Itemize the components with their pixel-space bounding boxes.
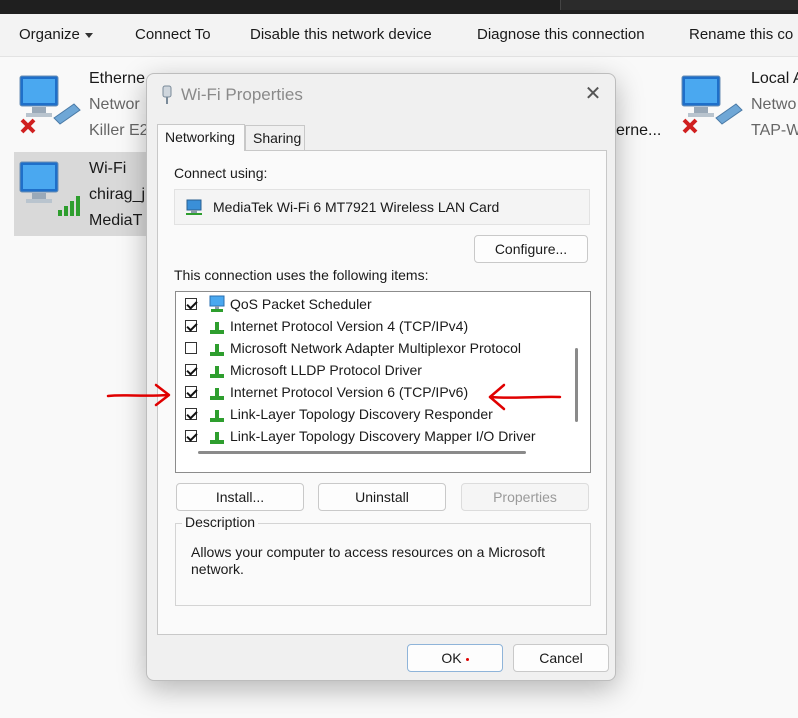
description-group: Description Allows your computer to acce… bbox=[175, 514, 591, 606]
checkbox[interactable] bbox=[185, 364, 197, 376]
item-label: Microsoft Network Adapter Multiplexor Pr… bbox=[230, 340, 521, 356]
red-arrow-left-icon bbox=[488, 383, 562, 411]
list-item-lltd-responder[interactable]: Link-Layer Topology Discovery Responder bbox=[185, 403, 493, 425]
close-icon[interactable]: ✕ bbox=[583, 84, 603, 104]
rename-button[interactable]: Rename this co bbox=[689, 26, 793, 43]
adapter-ssid: chirag_j bbox=[89, 186, 146, 203]
cancel-button[interactable]: Cancel bbox=[513, 644, 609, 672]
checkbox[interactable] bbox=[185, 386, 197, 398]
diagnose-button[interactable]: Diagnose this connection bbox=[477, 26, 645, 43]
item-label: Internet Protocol Version 6 (TCP/IPv6) bbox=[230, 384, 469, 400]
protocol-icon bbox=[210, 410, 224, 422]
list-item-qos[interactable]: QoS Packet Scheduler bbox=[185, 293, 372, 315]
connect-to-button[interactable]: Connect To bbox=[135, 26, 211, 43]
item-label: Link-Layer Topology Discovery Responder bbox=[230, 406, 493, 422]
protocol-icon bbox=[210, 388, 224, 400]
items-label: This connection uses the following items… bbox=[174, 267, 429, 283]
connect-using-label: Connect using: bbox=[174, 165, 268, 181]
network-adapter-icon bbox=[19, 75, 81, 134]
adapter-name: Local A bbox=[751, 70, 798, 87]
dialog-titlebar: Wi-Fi Properties bbox=[161, 83, 303, 107]
disable-device-button[interactable]: Disable this network device bbox=[250, 26, 432, 43]
command-bar: Organize Connect To Disable this network… bbox=[0, 14, 798, 57]
item-label: Microsoft LLDP Protocol Driver bbox=[230, 362, 422, 378]
adapter-field: MediaTek Wi-Fi 6 MT7921 Wireless LAN Car… bbox=[174, 189, 590, 225]
top-strip bbox=[0, 0, 798, 14]
network-adapter-icon bbox=[681, 75, 743, 134]
list-item-multiplexor[interactable]: Microsoft Network Adapter Multiplexor Pr… bbox=[185, 337, 521, 359]
list-item-lldp[interactable]: Microsoft LLDP Protocol Driver bbox=[185, 359, 422, 381]
adapter-status: Networ bbox=[89, 96, 140, 113]
adapter-wifi[interactable]: Wi-Fi chirag_j MediaT bbox=[14, 152, 154, 236]
adapter-device: MediaT bbox=[89, 212, 143, 229]
ok-button[interactable]: OK bbox=[407, 644, 503, 672]
checkbox[interactable] bbox=[185, 342, 197, 354]
organize-menu[interactable]: Organize bbox=[19, 26, 93, 43]
item-label: Link-Layer Topology Discovery Mapper I/O… bbox=[230, 428, 536, 444]
checkbox[interactable] bbox=[185, 408, 197, 420]
chevron-down-icon bbox=[84, 32, 93, 38]
adapter-device: TAP-W bbox=[751, 122, 798, 139]
wifi-properties-icon bbox=[162, 85, 172, 104]
tab-networking[interactable]: Networking bbox=[157, 124, 245, 151]
adapter-name: Wi-Fi bbox=[89, 160, 127, 177]
list-item-ipv4[interactable]: Internet Protocol Version 4 (TCP/IPv4) bbox=[185, 315, 468, 337]
horizontal-scrollbar[interactable] bbox=[198, 451, 526, 454]
protocol-icon bbox=[210, 432, 224, 444]
protocol-icon bbox=[210, 344, 224, 356]
organize-label: Organize bbox=[19, 26, 80, 43]
dialog-title: Wi-Fi Properties bbox=[181, 85, 303, 104]
adapter-local[interactable]: Local A Netwo TAP-W bbox=[678, 66, 798, 146]
address-field[interactable] bbox=[560, 0, 798, 10]
vertical-scrollbar[interactable] bbox=[575, 348, 578, 422]
checkbox[interactable] bbox=[185, 298, 197, 310]
protocol-icon bbox=[210, 322, 224, 334]
configure-button[interactable]: Configure... bbox=[474, 235, 588, 263]
description-legend: Description bbox=[182, 514, 259, 530]
item-label: QoS Packet Scheduler bbox=[230, 296, 372, 312]
list-item-lltd-mapper[interactable]: Link-Layer Topology Discovery Mapper I/O… bbox=[185, 425, 536, 447]
red-arrow-right-icon bbox=[106, 383, 171, 407]
uninstall-button[interactable]: Uninstall bbox=[318, 483, 446, 511]
adapter-device-partial: erne... bbox=[616, 122, 662, 139]
annotation-dot bbox=[465, 657, 469, 661]
adapter-name: Etherne bbox=[89, 70, 146, 87]
wifi-properties-dialog: Wi-Fi Properties ✕ Networking Sharing Co… bbox=[146, 73, 616, 681]
checkbox[interactable] bbox=[185, 320, 197, 332]
description-text: Allows your computer to access resources… bbox=[191, 544, 546, 577]
list-item-ipv6[interactable]: Internet Protocol Version 6 (TCP/IPv6) bbox=[185, 381, 468, 403]
item-label: Internet Protocol Version 4 (TCP/IPv4) bbox=[230, 318, 469, 334]
network-card-icon bbox=[186, 199, 202, 215]
adapter-name-text: MediaTek Wi-Fi 6 MT7921 Wireless LAN Car… bbox=[213, 199, 500, 215]
tab-sharing[interactable]: Sharing bbox=[245, 125, 305, 150]
adapter-ethernet[interactable]: Etherne Networ Killer E2 bbox=[14, 66, 154, 146]
checkbox[interactable] bbox=[185, 430, 197, 442]
adapter-device: Killer E2 bbox=[89, 122, 149, 139]
ok-label: OK bbox=[441, 650, 462, 666]
properties-button[interactable]: Properties bbox=[461, 483, 589, 511]
monitor-network-icon bbox=[209, 295, 225, 312]
protocol-icon bbox=[210, 366, 224, 378]
install-button[interactable]: Install... bbox=[176, 483, 304, 511]
wifi-adapter-icon bbox=[19, 161, 80, 216]
adapter-status: Netwo bbox=[751, 96, 797, 113]
